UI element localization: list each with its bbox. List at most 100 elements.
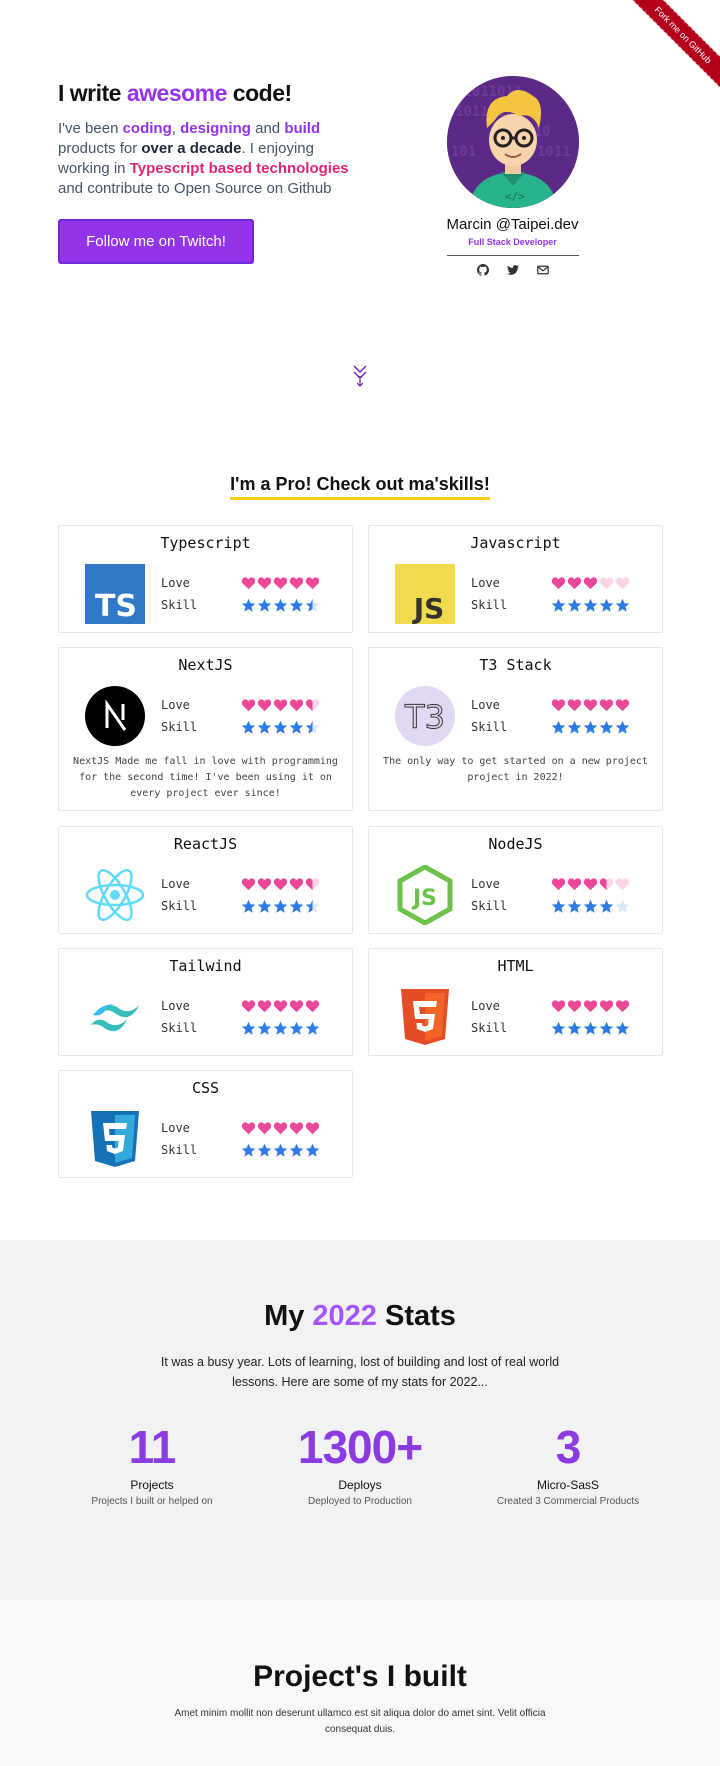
- stats-title-post: Stats: [376, 1300, 456, 1332]
- heart-icon: [257, 1121, 272, 1134]
- love-label: Love: [471, 698, 500, 712]
- skill-stars: [551, 598, 630, 613]
- hero-description: I've been coding, designing and build pr…: [58, 119, 368, 199]
- skill-card-javascript: Javascript JS Love Skill: [368, 525, 663, 633]
- skill-row: Skill: [161, 1017, 331, 1039]
- projects-title: Project's I built: [253, 1660, 467, 1693]
- heart-icon: [289, 576, 304, 589]
- love-row: Love: [471, 995, 641, 1017]
- skill-label: Skill: [161, 720, 198, 734]
- love-row: Love: [471, 572, 641, 594]
- heart-icon: [567, 877, 582, 890]
- skill-label: Skill: [471, 720, 508, 734]
- star-icon: [615, 720, 630, 734]
- love-row: Love: [471, 694, 641, 716]
- skill-ratings: Love Skill: [161, 995, 331, 1039]
- love-label: Love: [161, 1121, 190, 1135]
- skill-stars: [551, 720, 630, 735]
- star-icon: [599, 1021, 614, 1035]
- skill-card-nextjs: NextJS Love Skill NextJS Made me fall in…: [58, 647, 353, 811]
- hero-text-part: ,: [171, 120, 181, 137]
- love-hearts: [241, 999, 320, 1014]
- skill-card-title: T3 Stack: [479, 656, 552, 674]
- skill-stars: [551, 1021, 630, 1036]
- hero-text-part: and contribute to Open Source on Github: [58, 180, 332, 197]
- heart-icon: [583, 877, 598, 890]
- stat-value: 11: [128, 1421, 177, 1473]
- scroll-down-icon[interactable]: [352, 364, 368, 388]
- star-icon: [273, 1021, 288, 1035]
- stats-title: My 2022 Stats: [0, 1300, 720, 1333]
- stat-projects: 11 Projects Projects I built or helped o…: [52, 1420, 252, 1507]
- skill-label: Skill: [471, 1021, 508, 1035]
- heart-icon: [583, 576, 598, 589]
- svg-text:1011: 1011: [537, 144, 571, 160]
- css3-logo-icon: [91, 1111, 139, 1167]
- skill-stars: [241, 720, 320, 735]
- hero-title-highlight: awesome: [126, 80, 228, 106]
- heart-icon: [257, 576, 272, 589]
- skill-card-title: NodeJS: [488, 835, 543, 853]
- javascript-logo-icon: JS: [395, 564, 455, 624]
- skill-stars: [241, 598, 320, 613]
- stat-subtitle: Created 3 Commercial Products: [496, 1496, 640, 1507]
- github-icon[interactable]: [476, 264, 489, 276]
- hero-title-post: code!: [226, 80, 292, 106]
- heart-icon: [615, 698, 630, 711]
- skill-row: Skill: [471, 716, 641, 738]
- star-icon: [615, 899, 630, 913]
- avatar-illustration: 010110111011010001101011101 </>: [446, 76, 579, 208]
- svg-text:JS: JS: [411, 886, 437, 911]
- skill-card-html: HTML Love Skill: [368, 948, 663, 1056]
- skill-stars: [551, 899, 630, 914]
- star-icon: [273, 1143, 288, 1157]
- star-icon: [241, 1021, 256, 1035]
- hero-text-designing: designing: [180, 120, 251, 137]
- hero-title: I write awesome code!: [58, 80, 368, 107]
- skill-card-title: CSS: [191, 1079, 220, 1097]
- react-logo-icon: [85, 868, 145, 922]
- star-icon: [551, 720, 566, 734]
- hero-text-typescript: Typescript based technologies: [129, 160, 349, 177]
- skill-ratings: Love Skill: [471, 694, 641, 738]
- heart-icon: [551, 999, 566, 1012]
- skill-row: Skill: [161, 1139, 331, 1161]
- star-icon: [305, 1021, 320, 1035]
- heart-icon: [289, 698, 304, 711]
- star-icon: [257, 899, 272, 913]
- star-icon: [289, 1143, 304, 1157]
- love-label: Love: [161, 999, 190, 1013]
- star-icon: [567, 1021, 582, 1035]
- skill-card-title: NextJS: [178, 656, 233, 674]
- heart-icon: [273, 576, 288, 589]
- love-hearts: [241, 877, 320, 892]
- love-hearts: [551, 999, 630, 1014]
- hero-text-part: products for: [58, 140, 142, 157]
- skill-card-title: Typescript: [160, 534, 251, 552]
- nodejs-logo-icon: JS: [397, 865, 453, 925]
- skill-ratings: Love Skill: [471, 572, 641, 616]
- stats-title-year: 2022: [312, 1300, 377, 1332]
- hero-title-pre: I write: [58, 80, 127, 106]
- mail-icon[interactable]: [536, 264, 549, 276]
- heart-icon: [289, 877, 304, 890]
- svg-text:101: 101: [451, 144, 476, 160]
- star-icon: [257, 598, 272, 612]
- star-icon: [305, 1143, 320, 1157]
- heart-icon: [241, 576, 256, 589]
- skill-card-typescript: Typescript TS Love Skill: [58, 525, 353, 633]
- follow-twitch-button[interactable]: Follow me on Twitch!: [58, 219, 254, 264]
- heart-icon: [305, 576, 320, 589]
- stats-title-pre: My: [264, 1300, 313, 1332]
- love-hearts: [241, 576, 320, 591]
- hero-text-build: build: [284, 120, 321, 137]
- star-icon: [583, 899, 598, 913]
- star-icon: [305, 720, 320, 734]
- heart-icon: [273, 1121, 288, 1134]
- skills-title: I'm a Pro! Check out ma'skills!: [230, 474, 490, 500]
- skill-row: Skill: [161, 594, 331, 616]
- twitter-icon[interactable]: [506, 264, 519, 276]
- skill-card-reactjs: ReactJS Love Skill: [58, 826, 353, 934]
- svg-text:TS: TS: [95, 589, 137, 624]
- heart-icon: [241, 999, 256, 1012]
